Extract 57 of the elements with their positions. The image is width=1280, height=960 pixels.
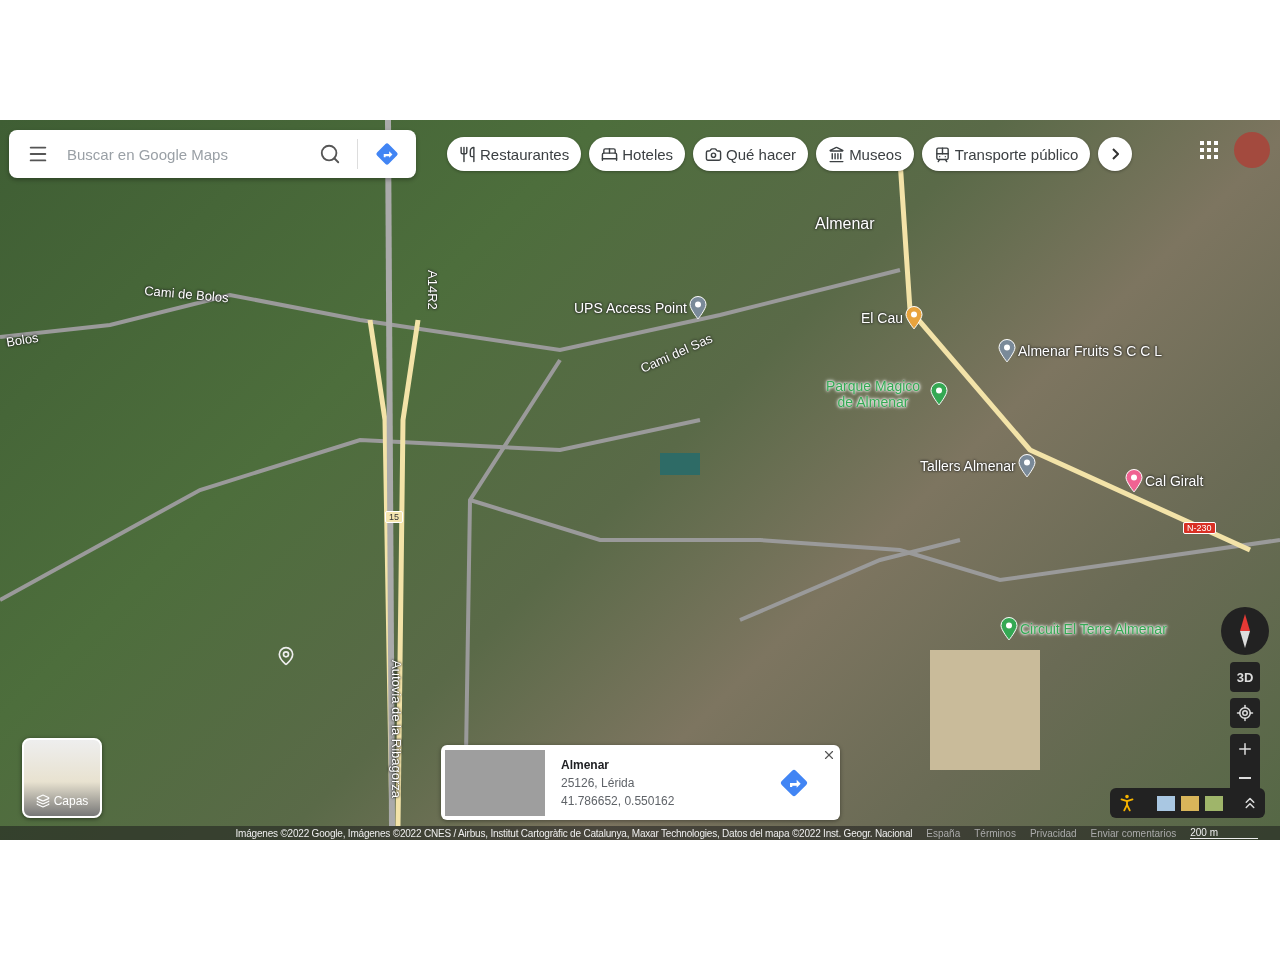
next-button[interactable] bbox=[1098, 137, 1133, 171]
place-label: Parque Magico de Almenar bbox=[824, 378, 922, 410]
category-chip[interactable]: Qué hacer bbox=[693, 137, 809, 171]
place-label: Cal Giralt bbox=[1145, 473, 1204, 489]
museum-icon bbox=[828, 145, 846, 163]
road-label: Cami de Bolos bbox=[143, 283, 230, 306]
map-pin-icon[interactable] bbox=[998, 339, 1016, 363]
apps-grid-icon[interactable] bbox=[1200, 141, 1218, 159]
scale-bar: 200 m bbox=[1190, 827, 1258, 839]
locate-icon bbox=[1236, 704, 1254, 722]
place-label: Almenar bbox=[815, 215, 875, 233]
place-label: Tallers Almenar bbox=[920, 458, 1016, 474]
map-pin-icon[interactable] bbox=[905, 306, 924, 330]
place-title: Almenar bbox=[561, 757, 611, 772]
map-pin-icon[interactable] bbox=[930, 382, 948, 406]
place-label: El Cau bbox=[861, 310, 904, 326]
attribution-text: Imágenes ©2022 Google, Imágenes ©2022 CNES / Airbus, Institut Cartogràfic de Catalunya, Maxar Technologies, Datos del mapa ©2022 Inst. Geogr. Nacional bbox=[235, 827, 913, 839]
bed-icon bbox=[601, 145, 619, 163]
close-button[interactable] bbox=[822, 748, 836, 762]
footer-link[interactable]: Enviar comentarios bbox=[1090, 827, 1177, 839]
road-label: A14R2 bbox=[425, 270, 440, 310]
3d-button[interactable]: 3D bbox=[1230, 662, 1260, 692]
road-shield: 15 bbox=[385, 511, 403, 523]
layers-icon bbox=[35, 794, 50, 808]
search-icon bbox=[319, 143, 341, 165]
road-shield: N-230 bbox=[1183, 522, 1216, 534]
place-address: 25126, Lérida bbox=[561, 775, 636, 790]
map-pin-icon[interactable] bbox=[688, 296, 707, 320]
map-pin-icon[interactable] bbox=[1125, 469, 1143, 493]
compass-icon[interactable] bbox=[1220, 606, 1270, 656]
road-label: Autovia de la Ribagorza bbox=[389, 660, 404, 799]
road-label: Cami del Sas bbox=[638, 330, 715, 376]
road-label: Bolos bbox=[5, 329, 40, 350]
map-pin-icon[interactable] bbox=[1000, 617, 1018, 641]
place-label: UPS Access Point bbox=[574, 300, 687, 316]
locate-button[interactable] bbox=[1230, 698, 1260, 728]
place-label: Circuit El Terre Almenar bbox=[1020, 621, 1167, 637]
close-icon bbox=[822, 748, 836, 762]
camera-icon bbox=[705, 145, 723, 163]
place-label: Almenar Fruits S C C L bbox=[1018, 343, 1162, 359]
place-coordinates: 41.786652, 0.550162 bbox=[561, 793, 676, 808]
train-icon bbox=[933, 145, 951, 163]
imagery-thumbnail[interactable] bbox=[1180, 795, 1199, 811]
category-chip[interactable]: Hoteles bbox=[589, 137, 686, 171]
footer-link[interactable]: España bbox=[926, 827, 961, 839]
category-chip[interactable]: Restaurantes bbox=[447, 137, 582, 171]
imagery-thumbnail[interactable] bbox=[1156, 795, 1175, 811]
map-pin-icon[interactable] bbox=[1017, 454, 1036, 478]
category-chip[interactable]: Museos bbox=[816, 137, 914, 171]
map-pin-icon[interactable] bbox=[276, 646, 296, 666]
minus-icon bbox=[1239, 776, 1251, 779]
footer-link[interactable]: Privacidad bbox=[1029, 827, 1077, 839]
footer-link[interactable]: Términos bbox=[974, 827, 1016, 839]
imagery-thumbnail[interactable] bbox=[1204, 795, 1223, 811]
chevron-right-icon bbox=[1111, 148, 1119, 160]
utensils-icon bbox=[459, 145, 476, 163]
category-chip[interactable]: Transporte público bbox=[921, 137, 1091, 171]
